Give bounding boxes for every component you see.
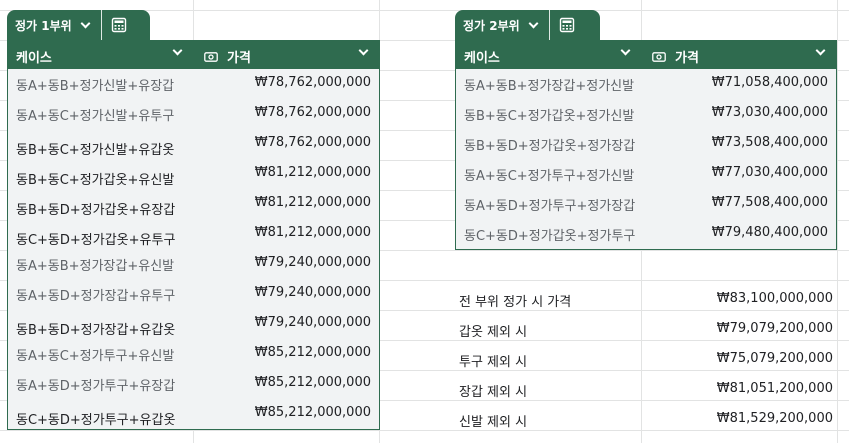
summary-row[interactable]: 투구 제외 시 ₩75,079,200,000 [456, 343, 837, 373]
price-cell: ₩85,212,000,000 [254, 375, 371, 390]
summary-value: ₩83,100,000,000 [716, 291, 833, 306]
price-cell: ₩81,212,000,000 [254, 165, 371, 180]
case-cell: 동A+동D+정가투구+정가장갑 [464, 199, 636, 214]
price-cell: ₩78,762,000,000 [254, 105, 371, 120]
table-1-name: 정가 1부위 [15, 18, 72, 33]
column-header-price[interactable]: 가격 [204, 47, 251, 66]
table-1: 정가 1부위 케이스 가격 동A+동B+정가신발+유장갑 ₩78,762,000,… [7, 10, 380, 430]
table-row[interactable]: 동A+동D+정가투구+유장갑 ₩85,212,000,000 [8, 369, 379, 399]
table-row[interactable]: 동A+동C+정가투구+정가신발 ₩77,030,400,000 [456, 159, 836, 189]
price-cell: ₩77,508,400,000 [711, 195, 828, 210]
summary-label: 전 부위 정가 시 가격 [459, 295, 572, 310]
table-row[interactable]: 동A+동D+정가장갑+유투구 ₩79,240,000,000 [8, 279, 379, 309]
price-cell: ₩77,030,400,000 [711, 165, 828, 180]
table-2-header: 케이스 가격 [456, 41, 836, 69]
chevron-down-icon[interactable] [172, 45, 183, 56]
summary-row[interactable]: 장갑 제외 시 ₩81,051,200,000 [456, 373, 837, 403]
case-cell: 동A+동C+정가투구+유신발 [16, 349, 175, 364]
table-row[interactable]: 동A+동B+정가장갑+유신발 ₩79,240,000,000 [8, 249, 379, 279]
calculator-icon[interactable] [102, 10, 136, 40]
summary-value: ₩79,079,200,000 [716, 321, 833, 336]
price-cell: ₩81,212,000,000 [254, 195, 371, 210]
case-cell: 동B+동D+정가갑옷+정가장갑 [464, 139, 636, 154]
summary-value: ₩81,051,200,000 [716, 381, 833, 396]
table-row[interactable]: 동C+동D+정가갑옷+유투구 ₩81,212,000,000 [8, 219, 379, 249]
summary-row[interactable]: 전 부위 정가 시 가격 ₩83,100,000,000 [456, 283, 837, 313]
summary-label: 장갑 제외 시 [459, 385, 528, 400]
summary-label: 투구 제외 시 [459, 355, 528, 370]
price-cell: ₩85,212,000,000 [254, 345, 371, 360]
table-2-tab[interactable]: 정가 2부위 [455, 10, 600, 40]
table-row[interactable]: 동A+동C+정가투구+유신발 ₩85,212,000,000 [8, 339, 379, 369]
column-header-case[interactable]: 케이스 [464, 47, 500, 66]
table-2: 정가 2부위 케이스 가격 동A+동B+정가장갑+정가신발 ₩71,058,400… [455, 10, 837, 250]
case-cell: 동A+동B+정가장갑+유신발 [16, 259, 175, 274]
price-cell: ₩73,030,400,000 [711, 105, 828, 120]
column-header-price[interactable]: 가격 [652, 47, 699, 66]
case-cell: 동B+동C+정가갑옷+정가신발 [464, 109, 635, 124]
case-cell: 동C+동D+정가갑옷+유투구 [16, 233, 176, 248]
table-row[interactable]: 동A+동C+정가신발+유투구 ₩78,762,000,000 [8, 99, 379, 129]
table-row[interactable]: 동C+동D+정가갑옷+정가투구 ₩79,480,400,000 [456, 219, 836, 249]
table-row[interactable]: 동B+동D+정가장갑+유갑옷 ₩79,240,000,000 [8, 309, 379, 339]
case-cell: 동A+동C+정가투구+정가신발 [464, 169, 635, 184]
chevron-down-icon[interactable] [528, 18, 539, 28]
case-cell: 동A+동B+정가장갑+정가신발 [464, 79, 635, 94]
case-cell: 동C+동D+정가투구+유갑옷 [16, 413, 176, 428]
calculator-icon[interactable] [550, 10, 584, 40]
table-row[interactable]: 동B+동D+정가갑옷+유장갑 ₩81,212,000,000 [8, 189, 379, 219]
table-row[interactable]: 동B+동C+정가신발+유갑옷 ₩78,762,000,000 [8, 129, 379, 159]
table-1-tab[interactable]: 정가 1부위 [7, 10, 150, 40]
summary-value: ₩81,529,200,000 [716, 411, 833, 426]
table-1-body: 케이스 가격 동A+동B+정가신발+유장갑 ₩78,762,000,000 동A+… [7, 40, 380, 430]
tab-divider [548, 10, 550, 40]
chevron-down-icon[interactable] [80, 18, 91, 28]
price-cell: ₩73,508,400,000 [711, 135, 828, 150]
table-2-name: 정가 2부위 [463, 18, 520, 33]
price-cell: ₩79,480,400,000 [711, 225, 828, 240]
summary-block: 전 부위 정가 시 가격 ₩83,100,000,000 갑옷 제외 시 ₩79,0… [456, 283, 837, 433]
case-cell: 동B+동C+정가신발+유갑옷 [16, 143, 175, 158]
summary-label: 신발 제외 시 [459, 415, 528, 430]
table-row[interactable]: 동A+동D+정가투구+정가장갑 ₩77,508,400,000 [456, 189, 836, 219]
column-header-price-label: 가격 [227, 51, 251, 66]
table-row[interactable]: 동A+동B+정가신발+유장갑 ₩78,762,000,000 [8, 69, 379, 99]
price-cell: ₩71,058,400,000 [711, 75, 828, 90]
column-header-price-label: 가격 [675, 51, 699, 66]
price-cell: ₩79,240,000,000 [254, 285, 371, 300]
tab-divider [100, 10, 102, 40]
table-row[interactable]: 동B+동C+정가갑옷+정가신발 ₩73,030,400,000 [456, 99, 836, 129]
price-cell: ₩79,240,000,000 [254, 255, 371, 270]
summary-row[interactable]: 갑옷 제외 시 ₩79,079,200,000 [456, 313, 837, 343]
table-2-body: 케이스 가격 동A+동B+정가장갑+정가신발 ₩71,058,400,000 동B… [455, 40, 837, 250]
column-header-case[interactable]: 케이스 [16, 47, 52, 66]
table-row[interactable]: 동B+동C+정가갑옷+유신발 ₩81,212,000,000 [8, 159, 379, 189]
table-row[interactable]: 동A+동B+정가장갑+정가신발 ₩71,058,400,000 [456, 69, 836, 99]
case-cell: 동A+동D+정가장갑+유투구 [16, 289, 176, 304]
chevron-down-icon[interactable] [358, 45, 369, 56]
case-cell: 동A+동D+정가투구+유장갑 [16, 379, 176, 394]
price-cell: ₩81,212,000,000 [254, 225, 371, 240]
summary-value: ₩75,079,200,000 [716, 351, 833, 366]
case-cell: 동A+동B+정가신발+유장갑 [16, 79, 175, 94]
price-cell: ₩78,762,000,000 [254, 135, 371, 150]
case-cell: 동A+동C+정가신발+유투구 [16, 109, 175, 124]
currency-note-icon [652, 51, 666, 62]
case-cell: 동C+동D+정가갑옷+정가투구 [464, 229, 636, 244]
price-cell: ₩78,762,000,000 [254, 75, 371, 90]
summary-row[interactable]: 신발 제외 시 ₩81,529,200,000 [456, 403, 837, 433]
table-row[interactable]: 동C+동D+정가투구+유갑옷 ₩85,212,000,000 [8, 399, 379, 429]
table-row[interactable]: 동B+동D+정가갑옷+정가장갑 ₩73,508,400,000 [456, 129, 836, 159]
price-cell: ₩79,240,000,000 [254, 315, 371, 330]
chevron-down-icon[interactable] [620, 45, 631, 56]
table-1-header: 케이스 가격 [8, 41, 379, 69]
case-cell: 동B+동D+정가갑옷+유장갑 [16, 203, 176, 218]
case-cell: 동B+동D+정가장갑+유갑옷 [16, 323, 176, 338]
summary-label: 갑옷 제외 시 [459, 325, 528, 340]
price-cell: ₩85,212,000,000 [254, 405, 371, 420]
currency-note-icon [204, 51, 218, 62]
chevron-down-icon[interactable] [815, 45, 826, 56]
case-cell: 동B+동C+정가갑옷+유신발 [16, 173, 175, 188]
